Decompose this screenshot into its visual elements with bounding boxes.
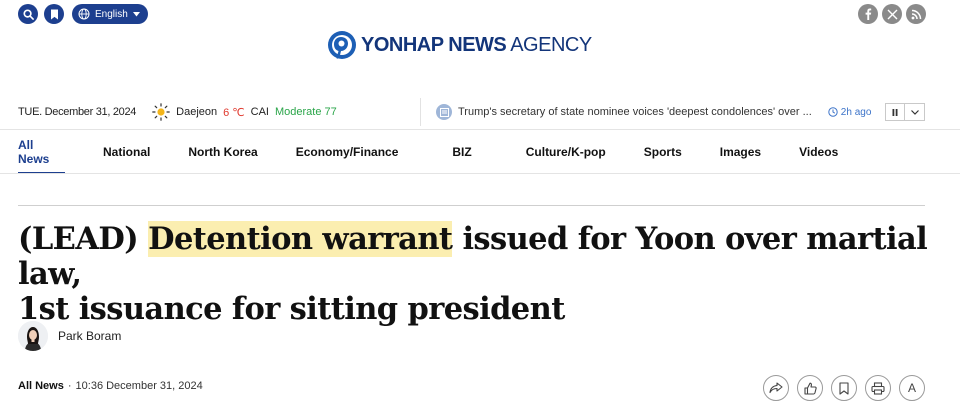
like-button[interactable] [797,375,823,401]
meta-separator: · [67,380,72,392]
article-actions: A [763,375,925,401]
article-timestamp: 10:36 December 31, 2024 [75,380,203,392]
weather-temperature: 6 ℃ [223,106,245,119]
article-section[interactable]: All News [18,380,64,392]
current-date: TUE. December 31, 2024 [18,106,137,118]
facebook-icon [865,8,872,20]
caret-down-icon [132,11,140,16]
weather-widget[interactable]: Daejeon 6 ℃ CAI Moderate 77 [152,103,337,121]
avatar [18,321,48,351]
weather-city: Daejeon [176,106,218,118]
font-size-label: A [907,381,916,395]
share-icon [769,382,783,394]
language-selector[interactable]: English [72,4,148,24]
divider [18,205,925,206]
nav-item-economy-finance[interactable]: Economy/Finance [296,130,399,174]
cai-label: CAI [250,106,269,118]
divider [420,98,421,126]
info-bar: TUE. December 31, 2024 Daejeon 6 ℃ CAI M… [18,98,925,126]
bookmark-icon [839,381,849,395]
rss-icon [911,9,921,19]
chevron-down-icon [910,109,919,115]
nav-item-north-korea[interactable]: North Korea [188,130,257,174]
nav-item-sports[interactable]: Sports [644,130,682,174]
nav-item-videos[interactable]: Videos [799,130,838,174]
search-icon [22,8,34,20]
print-icon [871,381,885,395]
clock-icon [828,107,838,117]
ticker-pause-button[interactable] [885,103,905,121]
ticker-expand-button[interactable] [905,103,925,121]
ticker-time: 2h ago [828,106,872,118]
author-byline[interactable]: Park Boram [18,321,121,351]
nav-item-images[interactable]: Images [720,130,761,174]
bookmark-article-button[interactable] [831,375,857,401]
cai-value: Moderate 77 [275,106,337,118]
article-headline: (LEAD) Detention warrant issued for Yoon… [18,221,938,327]
sun-icon [152,103,170,121]
pause-icon [892,108,898,116]
nav-item-culture-kpop[interactable]: Culture/K-pop [526,130,606,174]
font-size-button[interactable]: A [899,375,925,401]
search-button[interactable] [18,4,38,24]
x-icon [887,9,897,19]
headline-prefix: (LEAD) [18,221,149,257]
thumbs-up-icon [803,382,817,395]
news-ticker[interactable]: Trump's secretary of state nominee voice… [436,104,876,120]
globe-icon [78,8,90,20]
x-link[interactable] [882,4,902,24]
headline-highlight: Detention warrant [148,221,453,257]
author-name[interactable]: Park Boram [58,329,121,343]
logo-brand: YONHAP NEWS [361,33,507,56]
ticker-controls [885,103,925,121]
divider [0,173,960,174]
facebook-link[interactable] [858,4,878,24]
social-links [858,4,926,24]
bookmark-button[interactable] [44,4,64,24]
nav-item-national[interactable]: National [103,130,150,174]
nav-item-all-news[interactable]: All News [18,130,65,174]
bookmark-icon [50,9,58,19]
main-nav: All News National North Korea Economy/Fi… [18,130,838,174]
ticker-time-label: 2h ago [840,106,872,118]
utility-bar: English [18,4,148,24]
logo-suffix: AGENCY [510,33,592,56]
site-logo[interactable]: YONHAP NEWS AGENCY [327,28,592,62]
print-button[interactable] [865,375,891,401]
ticker-headline[interactable]: Trump's secretary of state nominee voice… [458,106,812,118]
nav-item-biz[interactable]: BIZ [452,130,471,174]
breaking-news-icon [436,104,452,120]
language-label: English [95,8,128,20]
yonhap-logo-mark [328,31,356,59]
rss-link[interactable] [906,4,926,24]
article-meta: All News · 10:36 December 31, 2024 [18,380,203,392]
logo-wordmark: YONHAP NEWS AGENCY [361,34,592,57]
share-button[interactable] [763,375,789,401]
